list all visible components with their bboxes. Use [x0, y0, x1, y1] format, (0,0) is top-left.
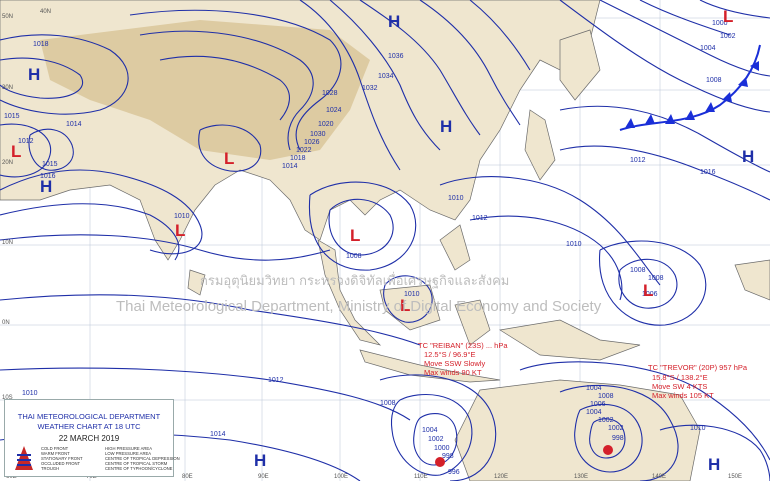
high-pressure-center: H [40, 177, 52, 196]
isobar-label: 1036 [388, 53, 404, 60]
isobar-label: 1012 [268, 377, 284, 384]
storm-line: 15.8°S / 138.2°E [652, 373, 708, 382]
isobar-label: 1014 [282, 163, 298, 170]
low-pressure-center: L [11, 142, 21, 161]
isobar-label: 1002 [598, 417, 614, 424]
isobar-label: 1034 [378, 73, 394, 80]
isobar-label: 1002 [720, 33, 736, 40]
high-pressure-center: H [708, 455, 720, 474]
storm-line: TC "REIBAN" (23S) ... hPa [418, 341, 508, 350]
watermark-thai: กรมอุตุนิยมวิทยา กระทรวงดิจิทัลเพื่อเศรษ… [200, 272, 509, 289]
isobar-label: 1004 [422, 427, 438, 434]
isobar-label: 1006 [590, 401, 606, 408]
isobar-label: 1008 [598, 393, 614, 400]
watermark-english: Thai Meteorological Department, Ministry… [116, 298, 602, 315]
isobar-label: 1002 [608, 425, 624, 432]
lon-tick: 120E [494, 474, 508, 480]
low-pressure-center: L [723, 7, 733, 26]
lon-tick: 80E [182, 474, 193, 480]
storm-line: 12.5°S / 96.9°E [424, 350, 475, 359]
cyclone-icon [603, 445, 613, 455]
isobar-label: 1020 [318, 121, 334, 128]
lat-tick: 30N [2, 85, 13, 91]
isobar-label: 1022 [296, 147, 312, 154]
isobar-label: 1015 [4, 113, 20, 120]
isobar-label: 1024 [326, 107, 342, 114]
isobar-label: 1010 [22, 390, 38, 397]
isobar-label: 1018 [33, 41, 49, 48]
lon-tick: 90E [258, 474, 269, 480]
isobar-label: 1012 [472, 215, 488, 222]
isobar-label: 1016 [700, 169, 716, 176]
isobar-label: 1008 [706, 77, 722, 84]
storm-line: Max winds 105 KT [652, 391, 714, 400]
isobar-label: 1032 [362, 85, 378, 92]
high-pressure-center: H [28, 65, 40, 84]
storm-note-reiban: TC "REIBAN" (23S) ... hPa 12.5°S / 96.9°… [418, 341, 508, 377]
chart-time: WEATHER CHART AT 18 UTC [37, 422, 141, 431]
storm-line: Move SW 4 KTS [652, 382, 707, 391]
isobar-label: 1030 [310, 131, 326, 138]
storm-note-trevor: TC "TREVOR" (20P) 957 hPa 15.8°S / 138.2… [648, 363, 748, 400]
storm-line: Max winds 90 KT [424, 368, 482, 377]
lon-tick: 100E [334, 474, 348, 480]
tmd-logo-icon [13, 444, 35, 472]
isobar-label: 1018 [290, 155, 306, 162]
low-pressure-center: L [224, 149, 234, 168]
lon-tick: 110E [414, 474, 428, 480]
isobar-label: 1012 [630, 157, 646, 164]
isobar-label: 1014 [66, 121, 82, 128]
isobar-label: 1010 [448, 195, 464, 202]
isobar-label: 1028 [322, 90, 338, 97]
chart-date: 22 MARCH 2019 [58, 434, 120, 443]
legend-item: TROUGH [41, 466, 60, 471]
lon-tick: 140E [652, 474, 666, 480]
isobar-label: 998 [612, 435, 624, 442]
high-pressure-center: H [254, 451, 266, 470]
low-pressure-center: L [643, 281, 653, 300]
isobar-label: 996 [448, 469, 460, 476]
lat-tick: 0N [2, 320, 10, 326]
isobar-label: 1002 [428, 436, 444, 443]
isobar-label: 1026 [304, 139, 320, 146]
isobar-label: 1015 [42, 161, 58, 168]
storm-line: TC "TREVOR" (20P) 957 hPa [648, 363, 748, 372]
isobar-label: 1010 [690, 425, 706, 432]
legend-item: CENTRE OF TYPHOON/CYCLONE [105, 466, 173, 471]
cyclone-icon [435, 457, 445, 467]
lon-tick: 130E [574, 474, 588, 480]
chart-title-box: THAI METEOROLOGICAL DEPARTMENT WEATHER C… [4, 399, 180, 477]
high-pressure-center: H [742, 147, 754, 166]
org-name: THAI METEOROLOGICAL DEPARTMENT [17, 412, 161, 421]
isobar-label: 1000 [434, 445, 450, 452]
isobar-label: 1004 [700, 45, 716, 52]
storm-line: Move SSW Slowly [424, 359, 486, 368]
lat-tick: 40N [40, 9, 51, 15]
low-pressure-center: L [350, 226, 360, 245]
isobar-label: 1010 [566, 241, 582, 248]
weather-chart: 1018 1015 1014 1012 1015 1016 1028 1024 … [0, 0, 770, 481]
high-pressure-center: H [388, 12, 400, 31]
isobar-label: 1004 [586, 385, 602, 392]
lon-tick: 150E [728, 474, 742, 480]
isobar-label: 1010 [174, 213, 190, 220]
lat-tick: 50N [2, 14, 13, 20]
isobar-label: 1008 [380, 400, 396, 407]
isobar-label: 1008 [630, 267, 646, 274]
high-pressure-center: H [440, 117, 452, 136]
lat-tick: 20N [2, 160, 13, 166]
isobar-label: 1004 [586, 409, 602, 416]
lat-tick: 10N [2, 240, 13, 246]
isobar-label: 1008 [346, 253, 362, 260]
isobar-label: 1014 [210, 431, 226, 438]
low-pressure-center: L [175, 221, 185, 240]
